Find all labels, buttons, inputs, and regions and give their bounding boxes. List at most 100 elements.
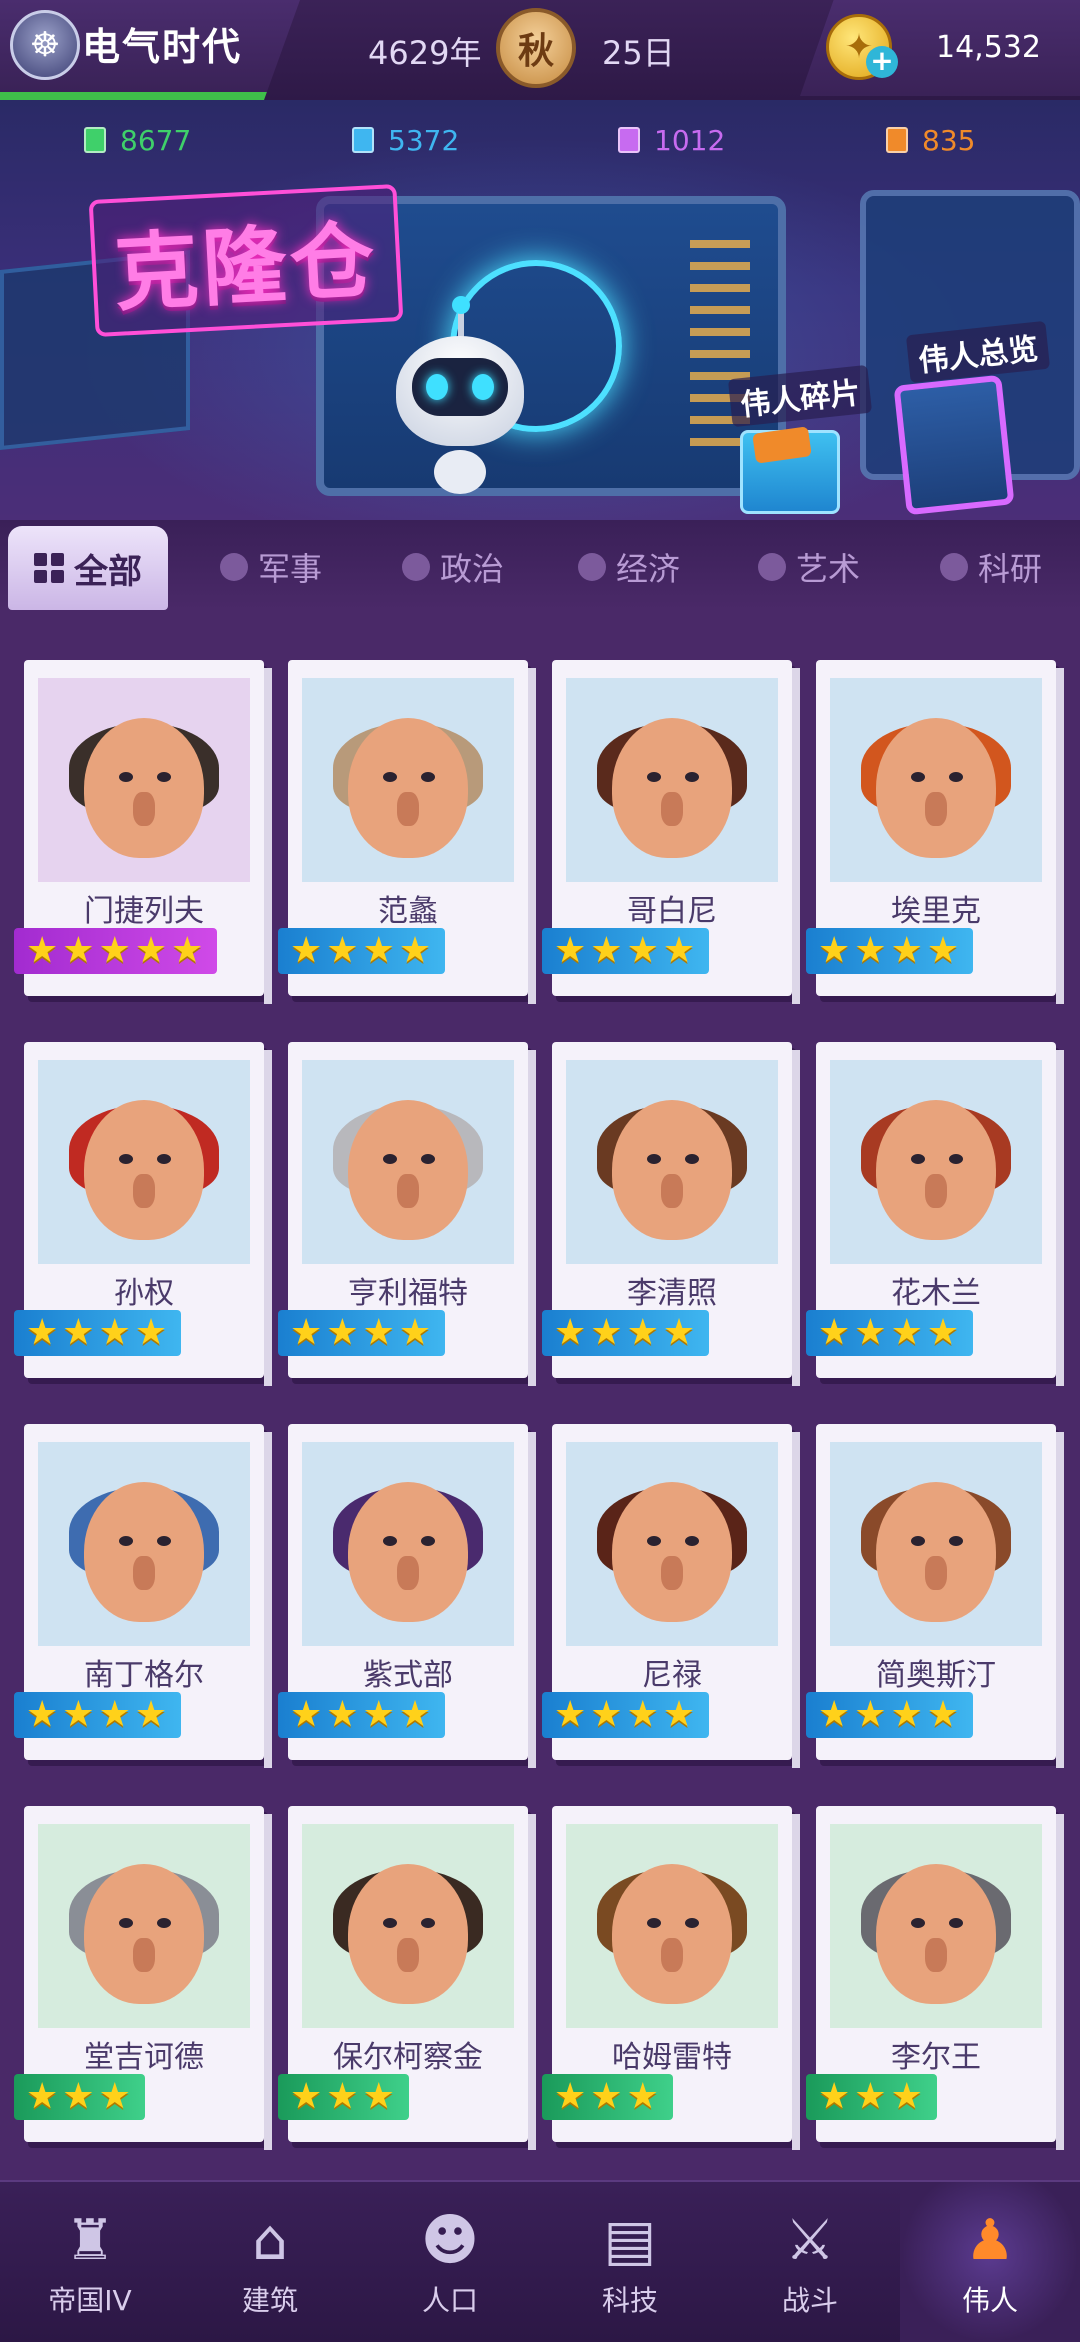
tab-research-label: 科研 <box>978 550 1043 588</box>
portrait <box>566 1824 778 2028</box>
star-rating: ★ ★ ★ ★ <box>542 928 710 974</box>
palette-icon <box>758 553 786 581</box>
resource-bar: 8677 5372 1012 835 <box>0 118 1080 162</box>
portrait-face <box>612 718 732 859</box>
great-person-card[interactable]: 尼禄 ★ ★ ★ ★ <box>542 1424 800 1768</box>
star-icon: ★ <box>98 1694 131 1735</box>
era-emblem-icon[interactable]: ☸ <box>10 10 80 80</box>
portrait-eye <box>382 1153 397 1164</box>
star-icon: ★ <box>62 1312 95 1353</box>
shield-icon <box>220 553 248 581</box>
great-person-name: 紫式部 <box>363 1658 453 1693</box>
overview-frame-icon[interactable] <box>893 374 1015 516</box>
star-icon: ★ <box>326 930 359 971</box>
great-person-card[interactable]: 保尔柯察金 ★ ★ ★ <box>278 1806 536 2150</box>
portrait-eye <box>646 1535 661 1546</box>
tab-economy[interactable]: 经济 <box>578 542 680 592</box>
star-rating: ★ ★ ★ ★ <box>542 1310 710 1356</box>
tab-research[interactable]: 科研 <box>940 542 1042 592</box>
portrait-eye <box>910 1153 925 1164</box>
tab-all-label: 全部 <box>74 551 142 592</box>
add-gold-button[interactable]: + <box>866 46 898 78</box>
nav-label: 建筑 <box>241 2284 298 2317</box>
clone-bay-banner: 8677 5372 1012 835 克隆仓 伟人碎片 伟人总览 <box>0 100 1080 520</box>
portrait <box>38 1442 250 1646</box>
portrait-face <box>348 1864 468 2005</box>
great-person-card[interactable]: 埃里克 ★ ★ ★ ★ <box>806 660 1064 1004</box>
portrait <box>38 678 250 882</box>
star-icon: ★ <box>926 1694 960 1735</box>
star-icon: ★ <box>26 2076 59 2117</box>
star-rating: ★ ★ ★ ★ ★ <box>14 928 218 974</box>
swords-icon: ⚔ <box>784 2207 836 2273</box>
portrait-eye <box>420 1535 435 1546</box>
star-icon: ★ <box>171 930 204 971</box>
portrait-eye <box>646 1917 661 1928</box>
statue-icon: ♟ <box>964 2207 1016 2273</box>
star-icon: ★ <box>26 930 59 971</box>
great-person-card[interactable]: 哈姆雷特 ★ ★ ★ <box>542 1806 800 2150</box>
tab-politics[interactable]: 政治 <box>402 542 504 592</box>
great-person-card[interactable]: 简奥斯汀 ★ ★ ★ ★ <box>806 1424 1064 1768</box>
purple-crate-icon <box>618 127 640 153</box>
great-person-card[interactable]: 李清照 ★ ★ ★ ★ <box>542 1042 800 1386</box>
portrait <box>302 1060 514 1264</box>
book-icon: ▤ <box>603 2207 657 2273</box>
great-person-card[interactable]: 花木兰 ★ ★ ★ ★ <box>806 1042 1064 1386</box>
great-person-card[interactable]: 范蠡 ★ ★ ★ ★ <box>278 660 536 1004</box>
great-person-card[interactable]: 哥白尼 ★ ★ ★ ★ <box>542 660 800 1004</box>
great-person-card[interactable]: 李尔王 ★ ★ ★ <box>806 1806 1064 2150</box>
nav-item-3[interactable]: ▤ 科技 <box>540 2182 720 2342</box>
portrait-eye <box>684 1153 699 1164</box>
portrait-eye <box>948 1153 963 1164</box>
great-people-grid: 门捷列夫 ★ ★ ★ ★ ★ 范蠡 ★ ★ ★ ★ 哥白尼 ★ ★ ★ ★ 埃里克 ★ ★ ★ ★ 孙权 ★ ★ ★ ★ 亨利福特 ★… <box>0 640 1080 2180</box>
tab-all[interactable]: 全部 <box>8 526 168 610</box>
banner-title: 克隆仓 <box>88 184 404 337</box>
tab-politics-label: 政治 <box>440 550 505 588</box>
star-rating: ★ ★ ★ ★ <box>278 928 446 974</box>
star-icon: ★ <box>290 2076 323 2117</box>
nav-item-5[interactable]: ♟ 伟人 <box>900 2182 1080 2342</box>
portrait-eye <box>910 1535 925 1546</box>
great-person-name: 埃里克 <box>891 894 981 929</box>
person-icon: ☻ <box>420 2207 480 2273</box>
great-person-card[interactable]: 紫式部 ★ ★ ★ ★ <box>278 1424 536 1768</box>
blue-crate-icon <box>352 127 374 153</box>
portrait-nose <box>661 1174 683 1209</box>
portrait-eye <box>156 1917 171 1928</box>
great-person-card[interactable]: 南丁格尔 ★ ★ ★ ★ <box>14 1424 272 1768</box>
tab-military[interactable]: 军事 <box>220 542 322 592</box>
portrait <box>302 678 514 882</box>
gold-amount: 14,532 <box>936 30 1041 65</box>
great-person-card[interactable]: 堂吉诃德 ★ ★ ★ <box>14 1806 272 2150</box>
nav-label: 战斗 <box>781 2284 838 2317</box>
great-person-card[interactable]: 孙权 ★ ★ ★ ★ <box>14 1042 272 1386</box>
star-icon: ★ <box>590 1312 623 1353</box>
great-person-name: 哥白尼 <box>627 894 717 929</box>
tab-economy-label: 经济 <box>616 550 681 588</box>
star-icon: ★ <box>398 930 432 971</box>
star-icon: ★ <box>662 1694 696 1735</box>
star-icon: ★ <box>98 2076 131 2117</box>
star-rating: ★ ★ ★ ★ <box>806 928 974 974</box>
star-icon: ★ <box>854 1312 887 1353</box>
robot-antenna <box>452 296 470 338</box>
nav-item-0[interactable]: ♜ 帝国IV <box>0 2182 180 2342</box>
robot-body <box>434 450 486 494</box>
star-icon: ★ <box>818 2076 851 2117</box>
great-person-card[interactable]: 门捷列夫 ★ ★ ★ ★ ★ <box>14 660 272 1004</box>
portrait-face <box>348 718 468 859</box>
star-icon: ★ <box>26 1694 59 1735</box>
great-person-name: 李尔王 <box>891 2040 981 2075</box>
flask-icon <box>940 553 968 581</box>
star-icon: ★ <box>926 930 960 971</box>
nav-item-1[interactable]: ⌂ 建筑 <box>180 2182 360 2342</box>
nav-item-2[interactable]: ☻ 人口 <box>360 2182 540 2342</box>
portrait <box>830 678 1042 882</box>
year-label: 4629年 <box>368 34 482 72</box>
nav-item-4[interactable]: ⚔ 战斗 <box>720 2182 900 2342</box>
resource-orange: 835 <box>886 118 975 162</box>
great-person-card[interactable]: 亨利福特 ★ ★ ★ ★ <box>278 1042 536 1386</box>
portrait-nose <box>133 1174 155 1209</box>
tab-art[interactable]: 艺术 <box>758 542 860 592</box>
